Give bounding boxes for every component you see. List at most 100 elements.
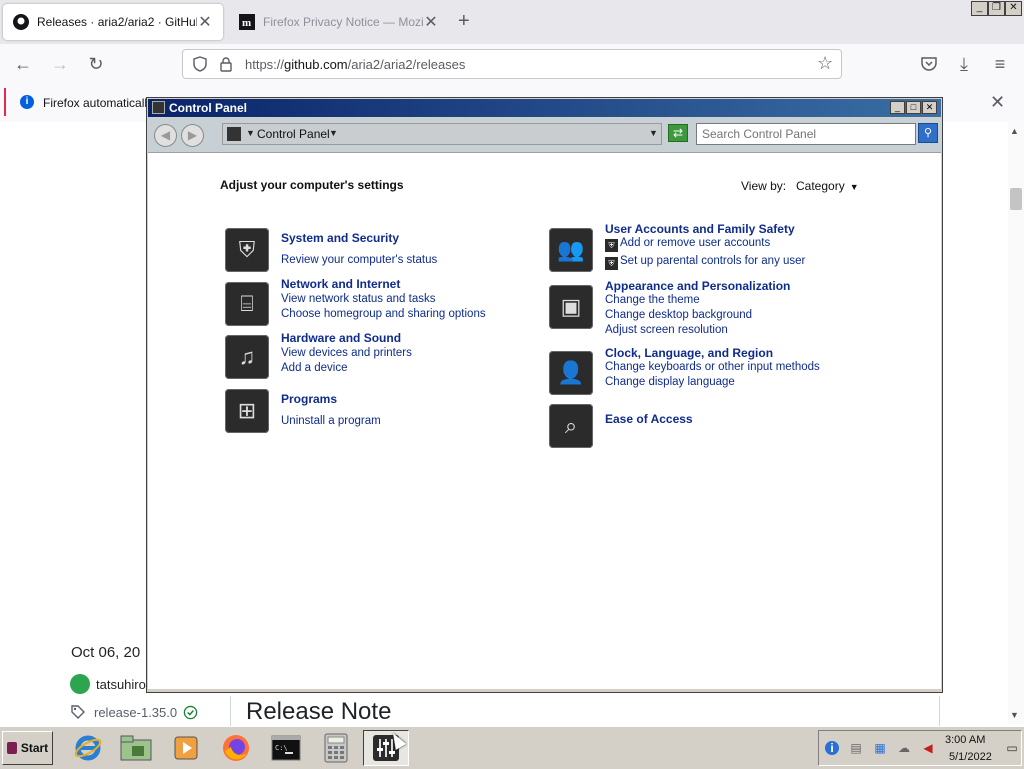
network-icon[interactable]: ⌸ <box>225 282 269 326</box>
network-status-icon[interactable]: ☁ <box>897 741 911 755</box>
page-scrollbar-thumb[interactable] <box>1010 188 1022 210</box>
browser-nav-bar: ← → ↻ https://github.com/aria2/aria2/rel… <box>0 44 1024 85</box>
tab-title: Releases · aria2/aria2 · GitHub <box>37 15 197 29</box>
speaker-muted-icon[interactable]: ◀ <box>921 741 935 755</box>
person-clock-icon[interactable]: 👤 <box>549 351 593 395</box>
search-input[interactable] <box>702 127 912 141</box>
restore-icon[interactable]: ❐ <box>988 1 1005 16</box>
close-notification-icon[interactable]: ✕ <box>990 92 1005 113</box>
taskbar-internet-explorer[interactable] <box>65 730 111 766</box>
media-player-icon <box>174 736 198 760</box>
info-icon[interactable]: i <box>825 741 839 755</box>
url-bar[interactable]: https://github.com/aria2/aria2/releases … <box>182 49 842 79</box>
search-box[interactable] <box>696 123 916 145</box>
release-tag[interactable]: release-1.35.0 <box>70 704 198 720</box>
address-bar[interactable]: ▼ Control Panel ▼ ▼ <box>222 123 662 145</box>
category-title[interactable]: Network and Internet <box>281 277 400 291</box>
windows-logo-icon[interactable]: ⊞ <box>225 389 269 433</box>
close-window-icon[interactable]: ✕ <box>922 101 937 114</box>
tab-privacy-notice[interactable]: m Firefox Privacy Notice — Mozilla ✕ <box>229 4 449 40</box>
category-title[interactable]: User Accounts and Family Safety <box>605 222 795 236</box>
category-link[interactable]: View network status and tasks <box>281 293 435 305</box>
lock-icon[interactable] <box>219 56 233 72</box>
hardware-icon[interactable]: ▦ <box>873 741 887 755</box>
category-link[interactable]: View devices and printers <box>281 347 412 359</box>
view-by-label: View by: <box>741 179 787 193</box>
tag-name[interactable]: release-1.35.0 <box>94 705 177 720</box>
breadcrumb[interactable]: Control Panel <box>257 127 330 141</box>
scroll-up-icon[interactable]: ▲ <box>1010 126 1019 136</box>
back-icon[interactable]: ← <box>10 52 36 76</box>
category-link[interactable]: Change the theme <box>605 294 700 306</box>
close-tab-icon[interactable]: ✕ <box>423 12 439 32</box>
control-panel-toolbar: ◀ ▶ ▼ Control Panel ▼ ▼ ⇄ ⚲ <box>148 118 941 153</box>
file-manager-icon <box>120 735 152 761</box>
search-icon[interactable]: ⚲ <box>918 123 938 143</box>
tracking-shield-icon[interactable] <box>192 56 208 72</box>
start-button[interactable]: Start <box>2 731 53 765</box>
maximize-icon[interactable]: □ <box>906 101 921 114</box>
clock-time[interactable]: 3:00 AM <box>945 734 985 746</box>
category-title[interactable]: System and Security <box>281 231 399 245</box>
menu-icon[interactable]: ≡ <box>987 52 1013 76</box>
category-link[interactable]: Change display language <box>605 376 735 388</box>
forward-icon[interactable]: → <box>47 52 73 76</box>
chevron-down-icon[interactable]: ▼ <box>246 128 255 138</box>
address-dropdown-icon[interactable]: ▼ <box>649 128 658 138</box>
display-icon[interactable]: ▣ <box>549 285 593 329</box>
downloads-icon[interactable]: ⤓ <box>951 52 977 76</box>
url-path: /aria2/aria2/releases <box>347 57 466 72</box>
category-title[interactable]: Hardware and Sound <box>281 331 401 345</box>
system-tray: i ▤ ▦ ☁ ◀ 3:00 AM 5/1/2022 ▭ <box>818 730 1022 766</box>
url-text[interactable]: https://github.com/aria2/aria2/releases <box>245 57 465 72</box>
category-title[interactable]: Ease of Access <box>605 412 693 426</box>
reload-icon[interactable]: ↻ <box>83 52 109 76</box>
link-text[interactable]: Set up parental controls for any user <box>620 255 805 267</box>
category-link[interactable]: Review your computer's status <box>281 254 437 266</box>
tab-github-releases[interactable]: Releases · aria2/aria2 · GitHub ✕ <box>3 4 223 40</box>
bookmark-star-icon[interactable]: ☆ <box>817 53 833 74</box>
category-link[interactable]: Change desktop background <box>605 309 752 321</box>
command-prompt-icon: C:\ <box>271 735 301 761</box>
magnifier-icon[interactable]: ⌕ <box>549 404 593 448</box>
forward-icon[interactable]: ▶ <box>181 124 204 147</box>
minimize-icon[interactable]: _ <box>890 101 905 114</box>
category-title[interactable]: Clock, Language, and Region <box>605 346 773 360</box>
minimize-icon[interactable]: _ <box>971 1 988 16</box>
music-note-icon[interactable]: ♫ <box>225 335 269 379</box>
shield-icon[interactable]: ⛨ <box>225 228 269 272</box>
network-monitor-icon[interactable]: ▤ <box>849 741 863 755</box>
taskbar-file-manager[interactable] <box>113 730 159 766</box>
taskbar-firefox[interactable] <box>213 730 259 766</box>
back-icon[interactable]: ◀ <box>154 124 177 147</box>
category-link[interactable]: Uninstall a program <box>281 415 381 427</box>
taskbar-calculator[interactable] <box>313 730 359 766</box>
pocket-icon[interactable] <box>920 55 938 73</box>
category-link[interactable]: Adjust screen resolution <box>605 324 728 336</box>
page-scrollbar[interactable] <box>1008 122 1024 724</box>
category-link[interactable]: ⛨ Add or remove user accounts <box>605 237 770 252</box>
link-text[interactable]: Add or remove user accounts <box>620 237 770 249</box>
scroll-down-icon[interactable]: ▼ <box>1010 710 1019 720</box>
refresh-icon[interactable]: ⇄ <box>668 124 688 142</box>
control-panel-titlebar[interactable]: Control Panel _ □ ✕ <box>148 99 941 117</box>
category-title[interactable]: Appearance and Personalization <box>605 279 790 293</box>
close-window-icon[interactable]: ✕ <box>1005 1 1022 16</box>
category-title[interactable]: Programs <box>281 392 337 406</box>
category-link[interactable]: Change keyboards or other input methods <box>605 361 820 373</box>
taskbar-command-prompt[interactable]: C:\ <box>263 730 309 766</box>
category-link[interactable]: Add a device <box>281 362 348 374</box>
taskbar-control-panel[interactable] <box>363 730 409 766</box>
clock-date[interactable]: 5/1/2022 <box>949 751 992 763</box>
view-by-dropdown[interactable]: Category ▼ <box>796 179 859 193</box>
category-link[interactable]: Choose homegroup and sharing options <box>281 308 486 320</box>
show-desktop-icon[interactable]: ▭ <box>1005 741 1019 755</box>
users-icon[interactable]: 👥 <box>549 228 593 272</box>
new-tab-icon[interactable]: + <box>458 10 470 33</box>
taskbar-media-player[interactable] <box>163 730 209 766</box>
chevron-down-icon[interactable]: ▼ <box>329 128 338 138</box>
close-tab-icon[interactable]: ✕ <box>197 12 213 32</box>
category-link[interactable]: ⛨ Set up parental controls for any user <box>605 255 805 270</box>
release-author[interactable]: tatsuhiro <box>70 674 146 694</box>
author-name[interactable]: tatsuhiro <box>96 677 146 692</box>
